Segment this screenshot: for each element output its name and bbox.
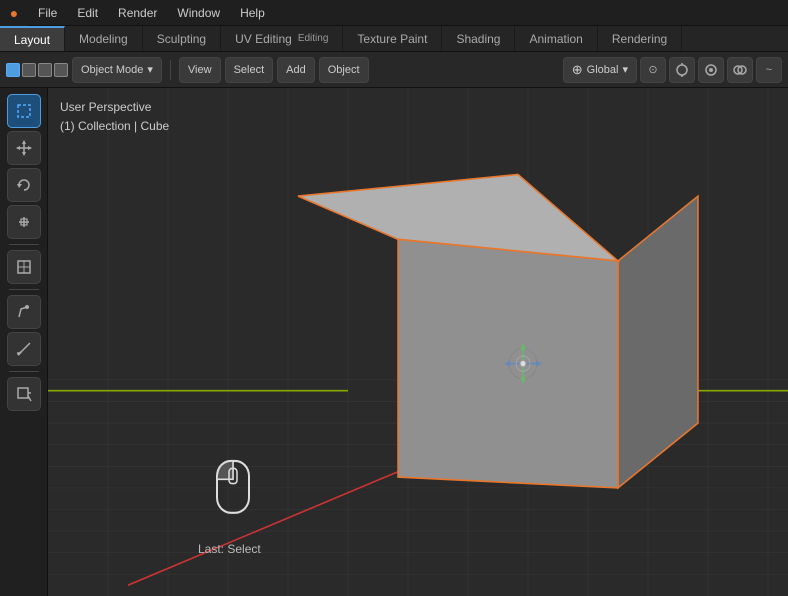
mode-sq-4 [54,63,68,77]
select-menu[interactable]: Select [225,57,274,83]
tab-sculpting[interactable]: Sculpting [143,26,221,51]
viewport-info: User Perspective (1) Collection | Cube [60,98,169,136]
object-mode-btn[interactable]: Object Mode ▾ [72,57,162,83]
menu-file[interactable]: File [28,0,67,26]
tool-sep-3 [9,371,39,372]
tool-sep-2 [9,289,39,290]
object-menu[interactable]: Object [319,57,369,83]
blender-logo-icon[interactable]: ● [0,0,28,26]
last-operation: Last: Select [198,542,261,556]
mode-icon-squares [6,63,68,77]
tab-uv-editing[interactable]: UV Editing Editing [221,26,343,51]
mode-sq-3 [38,63,52,77]
annotate-tool-btn[interactable] [7,295,41,329]
tab-modeling[interactable]: Modeling [65,26,143,51]
top-menubar: ● File Edit Render Window Help [0,0,788,26]
menu-render[interactable]: Render [108,0,167,26]
move-tool-btn[interactable] [7,131,41,165]
mode-sq-1 [6,63,20,77]
tool-sep-1 [9,244,39,245]
main-area: User Perspective (1) Collection | Cube L… [0,88,788,596]
menu-help[interactable]: Help [230,0,275,26]
header-toolbar: Object Mode ▾ View Select Add Object ⊕ G… [0,52,788,88]
tab-animation[interactable]: Animation [515,26,597,51]
select-tool-btn[interactable] [7,94,41,128]
collection-label: (1) Collection | Cube [60,117,169,136]
mode-sq-2 [22,63,36,77]
view-menu[interactable]: View [179,57,221,83]
right-icons: ⊕ Global ▾ ⊙ ~ [563,57,782,83]
transform-tool-btn[interactable] [7,250,41,284]
viewport-canvas [48,88,788,596]
proportional-edit-icon[interactable] [698,57,724,83]
snap-icon[interactable] [669,57,695,83]
overlay-icon[interactable] [727,57,753,83]
rotate-tool-btn[interactable] [7,168,41,202]
tab-rendering[interactable]: Rendering [598,26,682,51]
tab-shading[interactable]: Shading [442,26,515,51]
menu-window[interactable]: Window [167,0,230,26]
add-menu[interactable]: Add [277,57,315,83]
tab-texture-paint[interactable]: Texture Paint [343,26,442,51]
measure-tool-btn[interactable] [7,332,41,366]
workspace-tabs: Layout Modeling Sculpting UV Editing Edi… [0,26,788,52]
pivot-icon[interactable]: ⊙ [640,57,666,83]
viewport[interactable]: User Perspective (1) Collection | Cube L… [48,88,788,596]
scale-tool-btn[interactable] [7,205,41,239]
global-dropdown[interactable]: ⊕ Global ▾ [563,57,637,83]
sep-1 [170,60,171,80]
menu-edit[interactable]: Edit [67,0,108,26]
gizmo-icon[interactable]: ~ [756,57,782,83]
left-sidebar [0,88,48,596]
perspective-label: User Perspective [60,98,169,117]
tab-layout[interactable]: Layout [0,26,65,51]
add-primitive-btn[interactable] [7,377,41,411]
